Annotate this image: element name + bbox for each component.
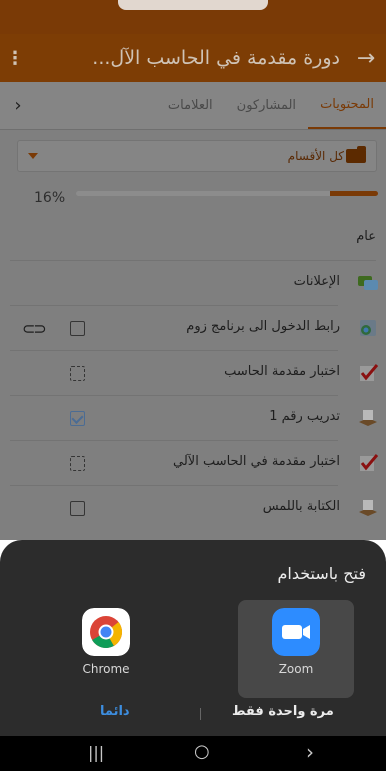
list-item[interactable]: الكتابة باللمس bbox=[0, 486, 386, 531]
url-icon bbox=[360, 320, 376, 336]
course-content: كل الأقسام 16% عام الإعلانات رابط الدخول… bbox=[0, 130, 386, 540]
item-label: تدريب رقم 1 bbox=[269, 409, 340, 424]
list-item[interactable]: رابط الدخول الى برنامج زوم ⊂⊃ bbox=[0, 306, 386, 351]
quiz-icon bbox=[360, 454, 379, 471]
assignment-icon bbox=[359, 500, 377, 516]
caret-down-icon bbox=[28, 153, 38, 159]
tab-grades[interactable]: العلامات bbox=[156, 82, 225, 129]
progress-percent: 16% bbox=[34, 190, 66, 206]
chrome-icon bbox=[82, 608, 130, 656]
list-item[interactable]: اختبار مقدمة في الحاسب الآلي bbox=[0, 441, 386, 486]
list-item[interactable]: اختبار مقدمة الحاسب bbox=[0, 351, 386, 396]
auto-completion-checkbox bbox=[70, 456, 85, 471]
tab-participants[interactable]: المشاركون bbox=[225, 82, 308, 129]
tab-contents[interactable]: المحتويات bbox=[308, 82, 386, 129]
always-button[interactable]: دائما bbox=[100, 704, 130, 719]
item-label: رابط الدخول الى برنامج زوم bbox=[186, 319, 340, 334]
item-label: الكتابة باللمس bbox=[262, 499, 340, 514]
folder-icon bbox=[346, 146, 366, 163]
app-option-chrome[interactable]: Chrome bbox=[48, 600, 164, 698]
assignment-icon bbox=[359, 410, 377, 426]
just-once-button[interactable]: مرة واحدة فقط bbox=[232, 704, 334, 719]
sheet-actions: دائما مرة واحدة فقط bbox=[0, 702, 386, 728]
status-bar bbox=[0, 0, 386, 34]
link-icon[interactable]: ⊂⊃ bbox=[22, 319, 47, 338]
status-notch bbox=[118, 0, 268, 10]
progress-fill bbox=[329, 191, 378, 196]
section-general-label: عام bbox=[356, 229, 376, 244]
completion-checkbox[interactable] bbox=[70, 321, 85, 336]
back-nav-icon[interactable]: › bbox=[306, 740, 314, 764]
course-progress: 16% bbox=[0, 185, 386, 215]
back-arrow-icon[interactable]: → bbox=[346, 46, 386, 71]
progress-bar bbox=[76, 191, 378, 196]
zoom-icon bbox=[272, 608, 320, 656]
completion-checkbox[interactable] bbox=[70, 501, 85, 516]
app-bar: → دورة مقدمة في الحاسب الآل... ⋮ bbox=[0, 34, 386, 82]
forum-icon bbox=[358, 276, 378, 290]
actions-divider bbox=[200, 708, 201, 720]
sheet-title: فتح باستخدام bbox=[277, 564, 366, 583]
item-label: اختبار مقدمة في الحاسب الآلي bbox=[172, 454, 340, 469]
section-dropdown[interactable]: كل الأقسام bbox=[17, 140, 377, 172]
section-header: عام bbox=[0, 216, 386, 261]
open-with-sheet: فتح باستخدام Chrome Zoom دائما مرة واحدة… bbox=[0, 540, 386, 736]
app-label-zoom: Zoom bbox=[278, 662, 314, 676]
quiz-icon bbox=[360, 364, 379, 381]
more-vert-icon[interactable]: ⋮ bbox=[0, 48, 30, 69]
system-nav-bar: ||| ○ › bbox=[0, 736, 386, 771]
tab-bar: المحتويات المشاركون العلامات ‹ bbox=[0, 82, 386, 130]
app-label-chrome: Chrome bbox=[82, 662, 130, 676]
recents-icon[interactable]: ||| bbox=[88, 743, 104, 762]
app-option-zoom[interactable]: Zoom bbox=[238, 600, 354, 698]
list-item[interactable]: الإعلانات bbox=[0, 261, 386, 306]
home-icon[interactable]: ○ bbox=[194, 741, 210, 762]
course-title: دورة مقدمة في الحاسب الآل... bbox=[92, 47, 340, 69]
auto-completion-checkbox bbox=[70, 366, 85, 381]
item-label: اختبار مقدمة الحاسب bbox=[224, 364, 340, 379]
list-item[interactable]: تدريب رقم 1 bbox=[0, 396, 386, 441]
section-dropdown-label: كل الأقسام bbox=[287, 149, 344, 163]
completion-checkbox-checked bbox=[70, 411, 85, 426]
chevron-left-icon[interactable]: ‹ bbox=[0, 82, 36, 129]
item-label: الإعلانات bbox=[293, 274, 340, 289]
